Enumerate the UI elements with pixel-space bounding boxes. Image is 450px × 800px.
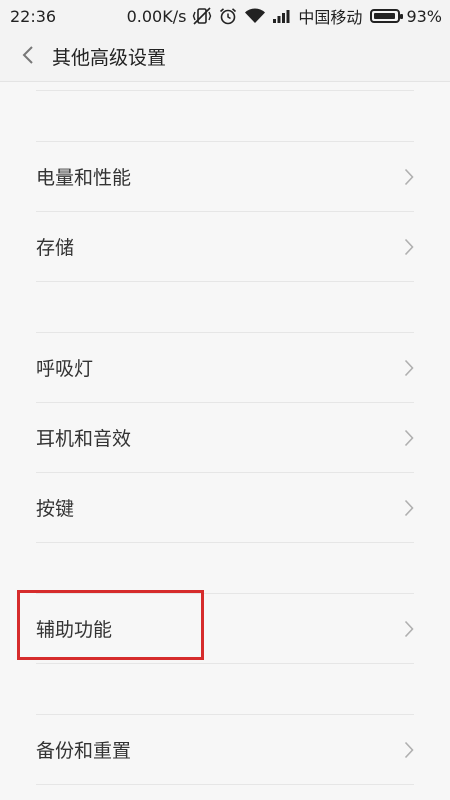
settings-item-battery-performance[interactable]: 电量和性能 bbox=[0, 142, 450, 211]
chevron-right-icon bbox=[404, 168, 414, 186]
settings-item-storage[interactable]: 存储 bbox=[0, 212, 450, 281]
alarm-icon bbox=[218, 7, 238, 25]
back-button[interactable] bbox=[8, 32, 48, 82]
wifi-icon bbox=[244, 8, 266, 24]
settings-item-label: 备份和重置 bbox=[36, 740, 132, 762]
status-time: 22:36 bbox=[10, 6, 57, 26]
battery-icon bbox=[370, 9, 404, 23]
chevron-right-icon bbox=[404, 238, 414, 256]
settings-item-headphones-audio[interactable]: 耳机和音效 bbox=[0, 403, 450, 472]
divider bbox=[36, 784, 414, 785]
settings-item-accessibility[interactable]: 辅助功能 bbox=[0, 594, 450, 663]
settings-item-backup-reset[interactable]: 备份和重置 bbox=[0, 715, 450, 784]
settings-item-label: 呼吸灯 bbox=[36, 358, 94, 380]
settings-item-label: 按键 bbox=[36, 498, 75, 520]
chevron-left-icon bbox=[21, 44, 35, 70]
page-title: 其他高级设置 bbox=[52, 47, 167, 69]
settings-item-label: 辅助功能 bbox=[36, 619, 113, 641]
vibrate-off-icon bbox=[192, 7, 212, 25]
settings-item-notification-light[interactable]: 呼吸灯 bbox=[0, 333, 450, 402]
chevron-right-icon bbox=[404, 741, 414, 759]
settings-item-buttons[interactable]: 按键 bbox=[0, 473, 450, 542]
settings-item-label: 电量和性能 bbox=[36, 167, 132, 189]
title-bar: 其他高级设置 bbox=[0, 32, 450, 82]
status-bar: 22:36 0.00K/s 中国移动 93% bbox=[0, 0, 450, 32]
net-speed: 0.00K/s bbox=[126, 6, 187, 26]
signal-icon bbox=[272, 8, 292, 24]
chevron-right-icon bbox=[404, 620, 414, 638]
status-indicators: 0.00K/s 中国移动 93% bbox=[127, 4, 442, 28]
chevron-right-icon bbox=[404, 429, 414, 447]
settings-list: 电量和性能 存储 呼吸灯 耳机和音效 按键 辅助功能 备份和重置 bbox=[0, 82, 450, 785]
battery-percent: 93% bbox=[406, 6, 442, 26]
settings-item-label: 耳机和音效 bbox=[36, 428, 132, 450]
battery-fill bbox=[374, 13, 395, 19]
chevron-right-icon bbox=[404, 499, 414, 517]
chevron-right-icon bbox=[404, 359, 414, 377]
settings-item-label: 存储 bbox=[36, 237, 75, 259]
carrier-name: 中国移动 bbox=[298, 8, 363, 27]
